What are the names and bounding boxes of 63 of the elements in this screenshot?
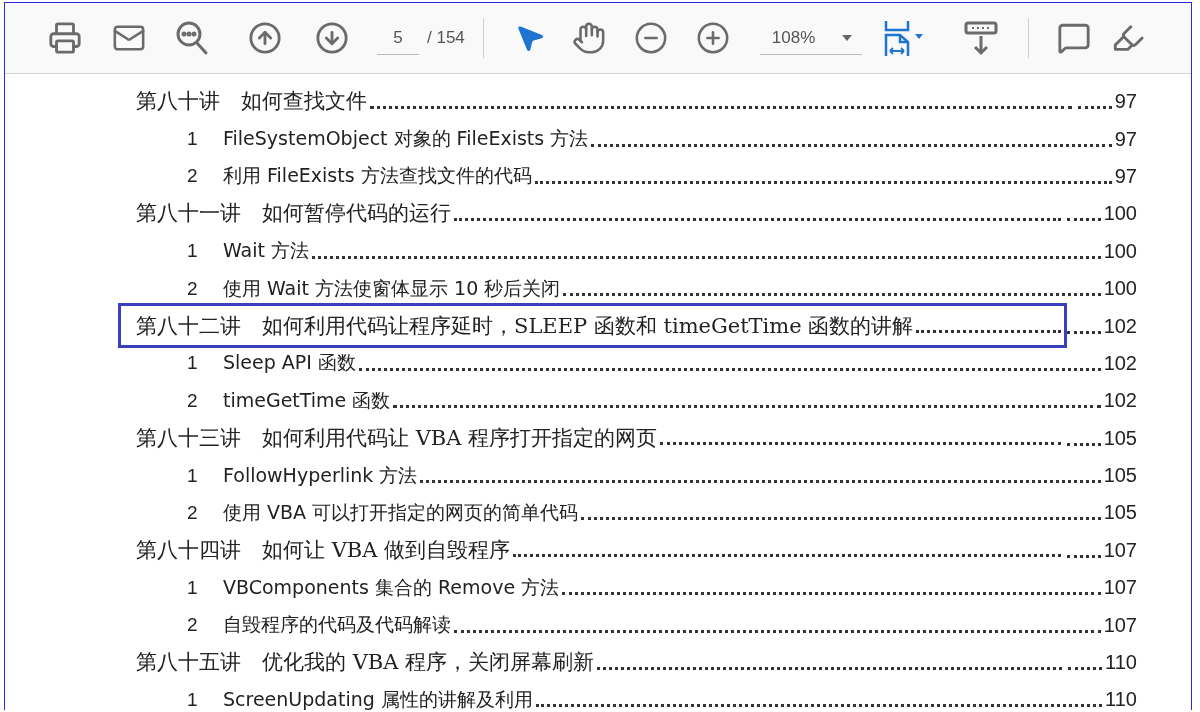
search-icon[interactable] — [175, 20, 209, 56]
section-number: 1 — [187, 352, 199, 375]
zoom-dropdown[interactable]: 108% — [759, 21, 862, 55]
leader-line — [1077, 106, 1112, 110]
leader-line — [1066, 442, 1101, 446]
page-number: 107 — [1103, 576, 1137, 600]
leader-line — [1068, 667, 1103, 671]
section-title[interactable]: FollowHyperlink 方法 — [223, 462, 418, 489]
page-number: 107 — [1103, 538, 1137, 562]
page-number: 97 — [1114, 127, 1137, 151]
section-number: 2 — [187, 277, 199, 300]
chapter-title[interactable]: 第八十讲 如何查找文件 — [136, 87, 367, 116]
section-number: 2 — [187, 389, 199, 412]
section-title[interactable]: ScreenUpdating 属性的讲解及利用 — [223, 686, 533, 710]
page-number: 97 — [1114, 90, 1137, 114]
zoom-in-button[interactable] — [695, 21, 730, 55]
section-title[interactable]: 使用 VBA 可以打开指定的网页的简单代码 — [223, 500, 579, 526]
section-number: 2 — [187, 165, 199, 188]
hand-tool-button[interactable] — [571, 21, 606, 55]
next-page-button[interactable] — [315, 21, 349, 55]
section-number: 2 — [187, 614, 199, 637]
print-button[interactable] — [48, 21, 82, 55]
page-number: 100 — [1103, 277, 1137, 301]
section-title[interactable]: Wait 方法 — [223, 238, 309, 265]
page-number-field[interactable]: 5 — [377, 21, 419, 55]
page-number: 102 — [1103, 389, 1137, 413]
keyboard-down-icon[interactable] — [963, 20, 998, 56]
leader-line — [1066, 330, 1101, 334]
page-number: 105 — [1103, 426, 1137, 450]
section-title[interactable]: Sleep API 函数 — [223, 350, 356, 377]
page-number: 102 — [1103, 314, 1137, 338]
section-title[interactable]: 使用 Wait 方法使窗体显示 10 秒后关闭 — [223, 275, 561, 302]
page-number: 107 — [1103, 613, 1137, 637]
zoom-out-button[interactable] — [633, 21, 668, 55]
section-title[interactable]: 自毁程序的代码及代码解读 — [223, 612, 451, 639]
leader-line — [1066, 554, 1101, 558]
section-number: 1 — [187, 576, 199, 599]
leader-line — [1066, 218, 1101, 222]
comment-button[interactable] — [1056, 21, 1091, 55]
chapter-title[interactable]: 第八十一讲 如何暂停代码的运行 — [136, 199, 451, 228]
page-number: 110 — [1105, 651, 1137, 675]
page-number: 100 — [1103, 239, 1137, 263]
page-number: 105 — [1103, 464, 1137, 488]
previous-page-button[interactable] — [248, 21, 282, 55]
section-number: 1 — [187, 240, 199, 263]
section-number: 1 — [187, 128, 199, 151]
chapter-title[interactable]: 第八十三讲 如何利用代码让 VBA 程序打开指定的网页 — [136, 423, 658, 452]
page-total: / 154 — [427, 28, 465, 48]
page-number: 102 — [1103, 351, 1137, 375]
page-number: 97 — [1114, 164, 1137, 188]
page-number: 100 — [1103, 202, 1137, 226]
chapter-title[interactable]: 第八十四讲 如何让 VBA 做到自毁程序 — [136, 535, 511, 564]
section-title[interactable]: FileSystemObject 对象的 FileExists 方法 — [223, 126, 589, 153]
caret-icon — [841, 34, 852, 41]
page-number: 105 — [1103, 501, 1137, 525]
section-number: 2 — [187, 502, 199, 524]
page-number: 110 — [1105, 688, 1137, 710]
section-title[interactable]: timeGetTime 函数 — [223, 387, 391, 414]
section-title[interactable]: VBComponents 集合的 Remove 方法 — [223, 574, 560, 601]
section-number: 1 — [187, 464, 199, 487]
chapter-title[interactable]: 第八十五讲 优化我的 VBA 程序，关闭屏幕刷新 — [136, 648, 595, 677]
section-number: 1 — [187, 688, 199, 710]
section-title[interactable]: 利用 FileExists 方法查找文件的代码 — [223, 163, 532, 190]
